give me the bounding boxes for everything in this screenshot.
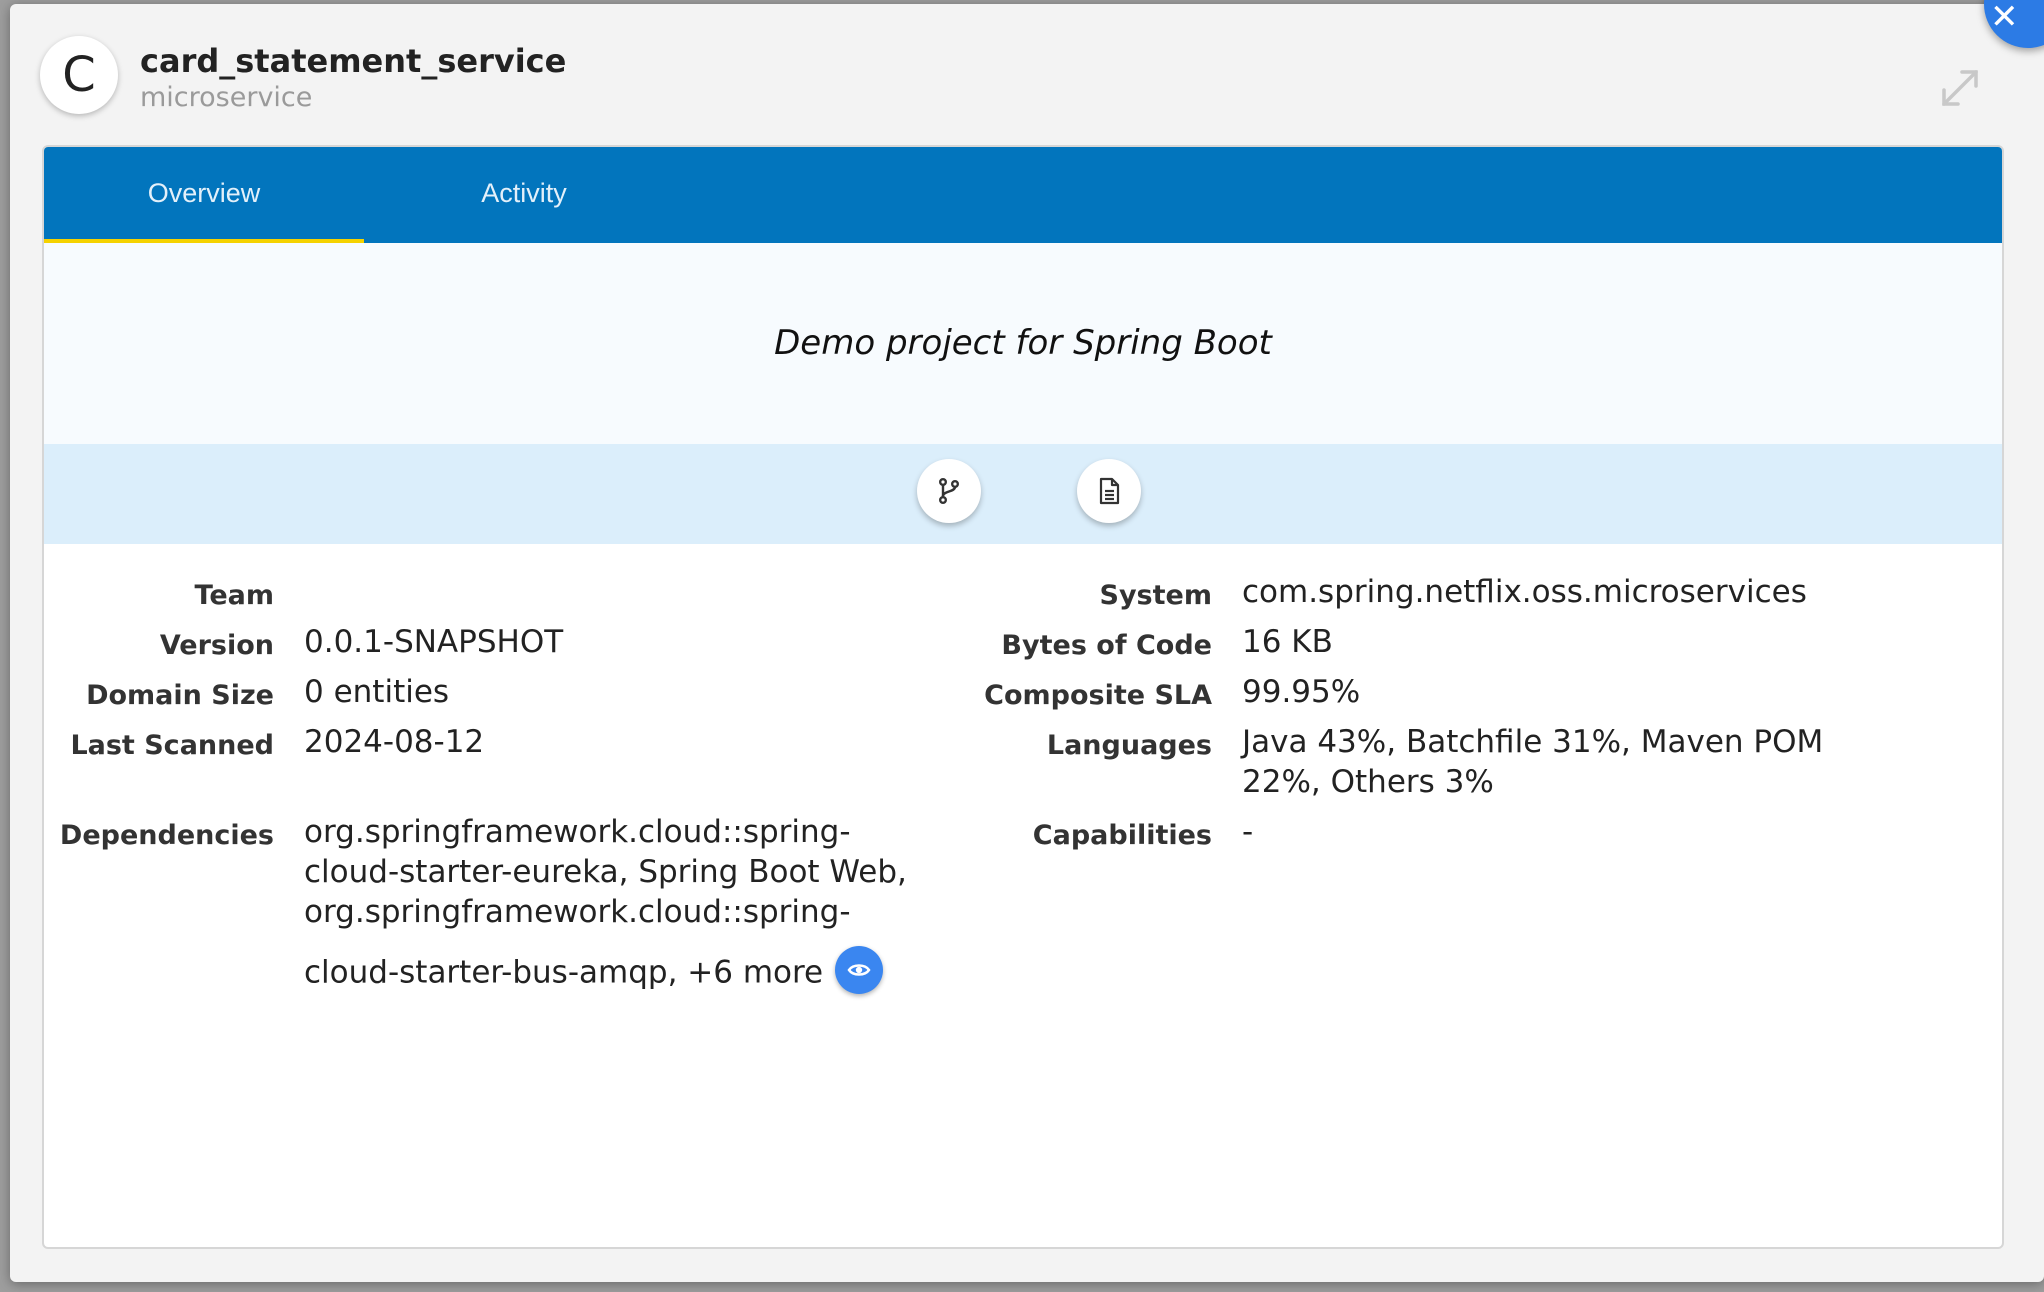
system-label: System xyxy=(1099,580,1212,611)
overview-card: Overview Activity Demo project for Sprin… xyxy=(42,145,2004,1249)
version-value: 0.0.1-SNAPSHOT xyxy=(304,624,564,660)
domain-size-value: 0 entities xyxy=(304,674,450,710)
version-label: Version xyxy=(159,630,274,661)
bytes-of-code-label: Bytes of Code xyxy=(1001,630,1212,661)
languages-line: Java 43%, Batchfile 31%, Maven POM xyxy=(1242,724,1824,760)
team-label: Team xyxy=(194,580,275,611)
avatar: C xyxy=(40,36,118,114)
document-icon xyxy=(1099,477,1120,505)
close-icon: ✕ xyxy=(1990,0,2019,37)
eye-icon xyxy=(847,964,871,976)
dependencies-label: Dependencies xyxy=(59,820,274,851)
dependencies-line: org.springframework.cloud::spring- xyxy=(304,814,851,850)
languages-line: 22%, Others 3% xyxy=(1242,764,1494,800)
dependencies-line: org.springframework.cloud::spring- xyxy=(304,894,851,930)
bytes-of-code-value: 16 KB xyxy=(1242,624,1333,660)
documentation-button[interactable] xyxy=(1077,459,1141,523)
last-scanned-label: Last Scanned xyxy=(70,730,274,761)
composite-sla-value: 99.95% xyxy=(1242,674,1361,710)
domain-size-label: Domain Size xyxy=(86,680,274,711)
service-detail-modal: ✕ C card_statement_service microservice … xyxy=(10,0,2044,1282)
tab-activity[interactable]: Activity xyxy=(364,147,684,243)
dependencies-more-text: cloud-starter-bus-amqp, +6 more xyxy=(304,954,824,991)
git-branch-icon xyxy=(938,478,960,505)
composite-sla-label: Composite SLA xyxy=(984,680,1212,711)
action-bar xyxy=(44,444,2002,544)
languages-label: Languages xyxy=(1046,730,1212,761)
system-value: com.spring.netflix.oss.microservices xyxy=(1242,574,1807,610)
languages-value: Java 43%, Batchfile 31%, Maven POM 22%, … xyxy=(1242,722,1902,802)
close-button[interactable]: ✕ xyxy=(1984,0,2044,48)
last-scanned-value: 2024-08-12 xyxy=(304,724,485,760)
service-title: card_statement_service xyxy=(140,42,567,80)
description-section: Demo project for Spring Boot xyxy=(44,243,2002,444)
view-dependencies-button[interactable] xyxy=(835,946,884,994)
expand-icon[interactable] xyxy=(1936,64,1984,112)
capabilities-label: Capabilities xyxy=(1032,820,1212,851)
service-description: Demo project for Spring Boot xyxy=(774,323,1272,363)
dependencies-value: org.springframework.cloud::spring- cloud… xyxy=(304,812,964,998)
capabilities-value: - xyxy=(1242,814,1254,850)
dependencies-line: cloud-starter-bus-amqp, +6 more xyxy=(304,946,964,998)
repository-button[interactable] xyxy=(917,459,981,523)
tab-bar: Overview Activity xyxy=(44,147,2002,243)
service-type: microservice xyxy=(140,82,313,113)
dependencies-line: cloud-starter-eureka, Spring Boot Web, xyxy=(304,854,907,890)
tab-overview[interactable]: Overview xyxy=(44,147,364,243)
